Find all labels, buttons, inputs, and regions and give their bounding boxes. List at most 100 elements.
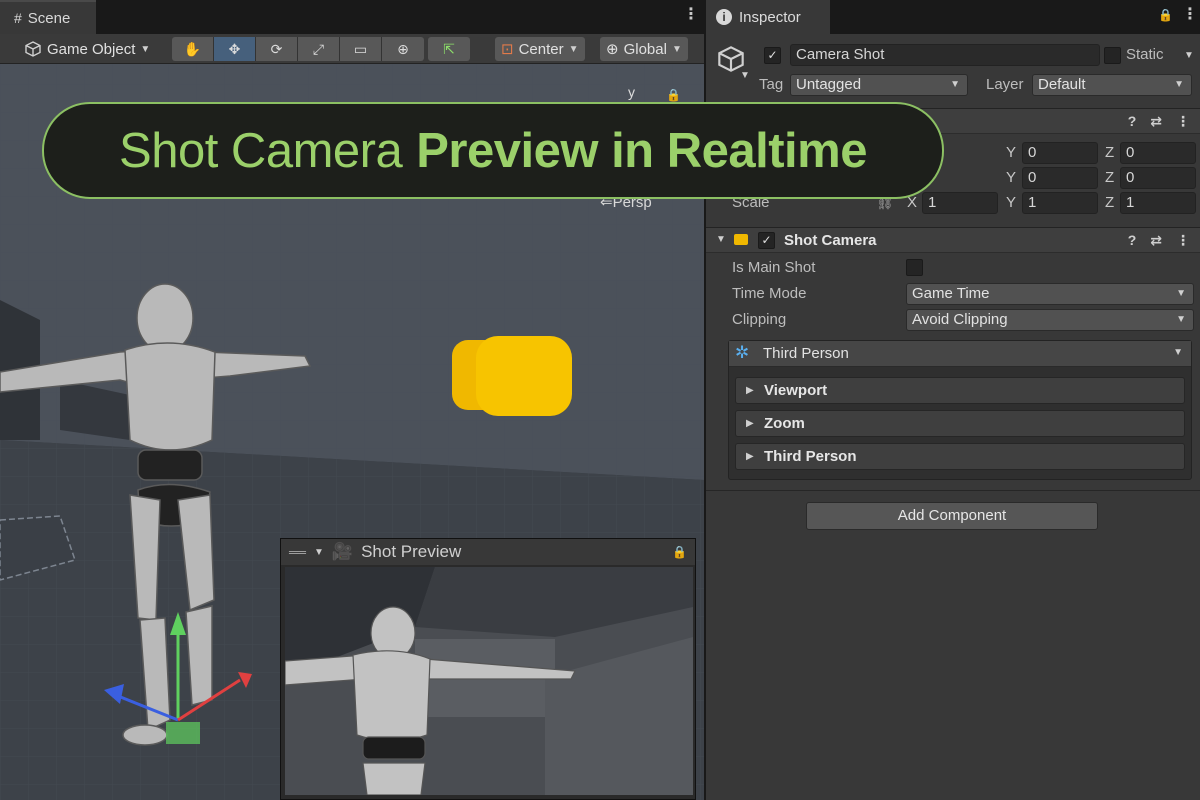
help-icon[interactable]: ? (1128, 113, 1137, 130)
caret-down-icon: ▼ (568, 43, 579, 55)
headline-banner: Shot Camera Preview in Realtime (42, 102, 944, 199)
static-checkbox[interactable] (1104, 47, 1121, 64)
lock-icon[interactable]: 🔒 (1158, 8, 1173, 22)
pivot-dropdown[interactable]: ⊡ Center ▼ (495, 37, 585, 61)
collapse-icon[interactable]: ▼ (314, 547, 324, 558)
lock-icon[interactable]: 🔒 (666, 88, 681, 102)
inspector-menu-icon[interactable]: ⋮ (1182, 7, 1198, 23)
is-main-shot-label: Is Main Shot (732, 259, 816, 276)
presets-icon[interactable]: ⇄ (1150, 232, 1162, 249)
shot-preview-viewport (285, 567, 693, 795)
transform-tool-button[interactable]: ⊕ (382, 37, 424, 61)
scale-y-axis: Y (1006, 194, 1017, 211)
third-person-mode-box: ✲ Third Person ▼ ▶ Viewport ▶ Zoom ▶ Thi… (728, 340, 1192, 480)
shot-camera-header[interactable]: ▼ ✓ Shot Camera ? ⇄ ⋮ (706, 227, 1200, 253)
rotation-y-axis: Y (1006, 169, 1017, 186)
banner-text-normal: Shot Camera (119, 123, 403, 178)
add-component-button[interactable]: Add Component (806, 502, 1098, 530)
rotation-y-field[interactable]: 0 (1022, 167, 1098, 189)
caret-down-icon: ▼ (1176, 314, 1186, 325)
shot-camera-title: Shot Camera (784, 232, 877, 249)
rotation-z-field[interactable]: 0 (1120, 167, 1196, 189)
time-mode-value: Game Time (912, 285, 990, 302)
scale-z-axis: Z (1105, 194, 1115, 211)
section-zoom[interactable]: ▶ Zoom (735, 410, 1185, 437)
tab-scene-label: Scene (27, 9, 71, 27)
scale-y-field[interactable]: 1 (1022, 192, 1098, 214)
section-viewport-label: Viewport (764, 382, 828, 399)
layer-dropdown[interactable]: Default ▼ (1032, 74, 1192, 96)
section-third-person-label: Third Person (764, 448, 857, 465)
section-viewport[interactable]: ▶ Viewport (735, 377, 1185, 404)
time-mode-dropdown[interactable]: Game Time ▼ (906, 283, 1194, 305)
more-icon[interactable]: ⋮ (1176, 232, 1190, 249)
transform-header-icons: ? ⇄ ⋮ (1128, 113, 1190, 130)
collapse-icon[interactable]: ▼ (716, 234, 726, 245)
rect-tool-button[interactable]: ▭ (340, 37, 382, 61)
presets-icon[interactable]: ⇄ (1150, 113, 1162, 130)
shot-preview-window[interactable]: ══ ▼ 🎥 Shot Preview 🔒 (280, 538, 696, 800)
position-y-axis: Y (1006, 144, 1017, 161)
position-z-axis: Z (1105, 144, 1115, 161)
caret-down-icon: ▼ (950, 79, 960, 90)
tab-inspector[interactable]: i Inspector (706, 0, 830, 34)
lock-icon[interactable]: 🔒 (672, 545, 687, 559)
third-person-icon: ✲ (735, 343, 750, 362)
transform-icon: ⊕ (397, 40, 409, 57)
caret-down-icon: ▼ (671, 43, 682, 55)
move-tool-button[interactable]: ✥ (214, 37, 256, 61)
more-icon[interactable]: ⋮ (1176, 113, 1190, 130)
custom-tool-group: ⇱ (428, 37, 470, 61)
grid-icon: # (14, 10, 22, 26)
expand-icon: ▶ (746, 451, 754, 462)
shot-preview-header: ══ ▼ 🎥 Shot Preview 🔒 (281, 539, 695, 565)
position-y-field[interactable]: 0 (1022, 142, 1098, 164)
move-icon: ✥ (228, 40, 241, 57)
tag-value: Untagged (796, 76, 862, 93)
section-third-person[interactable]: ▶ Third Person (735, 443, 1185, 470)
active-checkbox[interactable]: ✓ (764, 47, 781, 64)
static-dropdown-icon[interactable]: ▼ (1184, 50, 1194, 61)
tab-scene[interactable]: # Scene (0, 0, 96, 34)
time-mode-label: Time Mode (732, 285, 807, 302)
camera-mode-dropdown[interactable]: ✲ Third Person ▼ (729, 341, 1191, 367)
object-mode-dropdown[interactable]: Game Object ▼ (18, 37, 156, 61)
clipping-dropdown[interactable]: Avoid Clipping ▼ (906, 309, 1194, 331)
scene-menu-icon[interactable]: ⋮ (683, 7, 699, 23)
hand-tool-button[interactable]: ✋ (172, 37, 214, 61)
object-mode-label: Game Object (47, 40, 136, 58)
space-dropdown[interactable]: ⊕ Global ▼ (600, 37, 688, 61)
banner-text-bold: Preview in Realtime (416, 123, 867, 178)
shot-preview-title: Shot Preview (361, 542, 462, 561)
caret-down-icon: ▼ (1176, 288, 1186, 299)
caret-down-icon[interactable]: ▼ (740, 70, 750, 81)
drag-handle-icon[interactable]: ══ (289, 545, 306, 559)
info-icon: i (716, 9, 732, 25)
tag-dropdown[interactable]: Untagged ▼ (790, 74, 968, 96)
layer-label: Layer (986, 76, 1024, 93)
expand-icon: ▶ (746, 418, 754, 429)
help-icon[interactable]: ? (1128, 232, 1137, 249)
rotate-tool-button[interactable]: ⟳ (256, 37, 298, 61)
clipping-value: Avoid Clipping (912, 311, 1008, 328)
space-label: Global (623, 40, 667, 58)
globe-icon: ⊕ (606, 41, 619, 58)
is-main-shot-checkbox[interactable] (906, 259, 923, 276)
caret-down-icon: ▼ (1174, 79, 1184, 90)
shot-camera-header-icons: ? ⇄ ⋮ (1128, 232, 1190, 249)
caret-down-icon: ▼ (140, 43, 151, 55)
layer-value: Default (1038, 76, 1086, 93)
pivot-label: Center (518, 40, 564, 58)
rotation-z-axis: Z (1105, 169, 1115, 186)
scale-x-field[interactable]: 1 (922, 192, 998, 214)
custom-tool-button[interactable]: ⇱ (428, 37, 470, 61)
scale-z-field[interactable]: 1 (1120, 192, 1196, 214)
shot-camera-enabled-checkbox[interactable]: ✓ (758, 232, 775, 249)
tab-inspector-label: Inspector (739, 8, 801, 26)
object-name-field[interactable]: Camera Shot (790, 44, 1100, 66)
rotate-icon: ⟳ (270, 40, 283, 57)
position-z-field[interactable]: 0 (1120, 142, 1196, 164)
scale-tool-button[interactable]: ⤢ (298, 37, 340, 61)
caret-down-icon: ▼ (1173, 347, 1183, 358)
section-zoom-label: Zoom (764, 415, 805, 432)
